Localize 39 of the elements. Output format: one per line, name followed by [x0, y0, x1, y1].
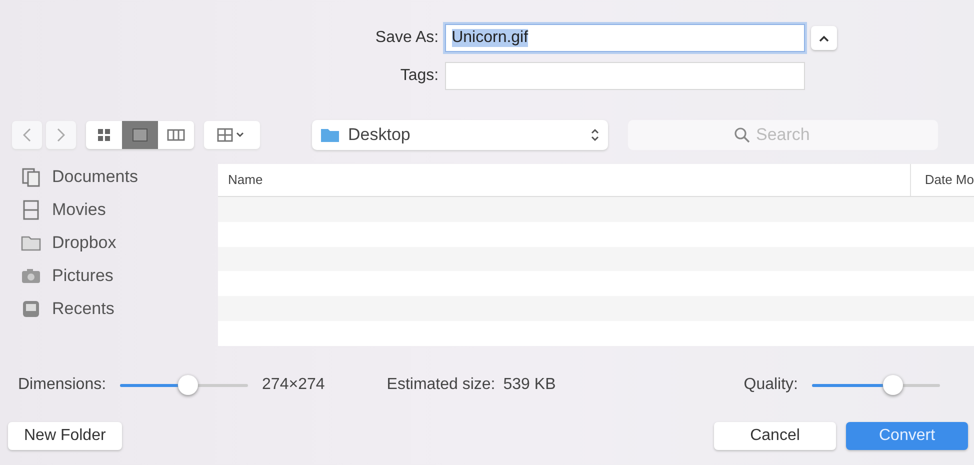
- collapse-button[interactable]: [810, 26, 837, 50]
- tags-label: Tags:: [399, 67, 439, 85]
- slider-thumb[interactable]: [882, 375, 903, 395]
- estimated-size-label: Estimated size:: [386, 376, 496, 394]
- sidebar-item[interactable]: Dropbox: [20, 232, 218, 254]
- back-button[interactable]: [12, 121, 42, 149]
- search-icon: [734, 127, 750, 143]
- slider-thumb[interactable]: [178, 375, 198, 395]
- search-field[interactable]: Search: [628, 120, 938, 150]
- tags-field[interactable]: [444, 62, 805, 90]
- up-down-caret-icon: [590, 127, 600, 143]
- sidebar-item[interactable]: Recents: [20, 298, 218, 320]
- view-mode-button[interactable]: [122, 121, 158, 149]
- grid-icon: [97, 128, 111, 142]
- quality-label: Quality:: [744, 376, 798, 394]
- sidebar-item[interactable]: Pictures: [20, 265, 218, 287]
- chevron-left-icon: [23, 128, 31, 142]
- dimensions-reading: 274×274: [262, 376, 325, 394]
- location-dropdown[interactable]: Desktop: [312, 120, 608, 150]
- dimensions-label: Dimensions:: [18, 376, 106, 394]
- columns-icon: [167, 128, 185, 142]
- sidebar-item[interactable]: Movies: [20, 199, 218, 221]
- cancel-button[interactable]: Cancel: [714, 422, 836, 450]
- new-folder-button[interactable]: New Folder: [8, 422, 122, 450]
- chevron-right-icon: [57, 128, 65, 142]
- slider[interactable]: [812, 375, 940, 395]
- save-as-field[interactable]: Unicorn.gif: [444, 24, 805, 52]
- chevron-up-icon: [818, 34, 829, 42]
- slider[interactable]: [120, 375, 248, 395]
- forward-button[interactable]: [46, 121, 76, 149]
- documents-icon: [20, 166, 42, 188]
- folder-icon: [320, 127, 340, 143]
- list-icon: [132, 128, 148, 142]
- column-header[interactable]: Date Mo: [910, 164, 974, 196]
- save-as-label: Save As:: [374, 29, 439, 47]
- column-header[interactable]: Name: [218, 172, 273, 188]
- sidebar-item[interactable]: Documents: [20, 166, 218, 188]
- estimated-size-value: 539 KB: [503, 376, 556, 394]
- group-by-button[interactable]: [204, 121, 260, 149]
